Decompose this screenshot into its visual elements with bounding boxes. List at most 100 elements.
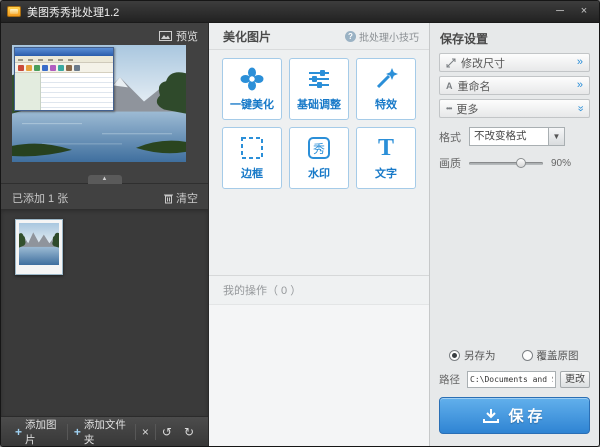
tips-label: 批处理小技巧 bbox=[359, 29, 419, 44]
close-button[interactable]: × bbox=[575, 5, 593, 19]
app-window: 美图秀秀批处理1.2 ─ × 预览 bbox=[0, 0, 600, 447]
tool-label: 特效 bbox=[375, 96, 397, 112]
add-image-label: 添加图片 bbox=[25, 417, 61, 447]
magic-wand-icon bbox=[373, 66, 399, 92]
add-image-button[interactable]: + 添加图片 bbox=[9, 417, 67, 446]
redo-icon: ↻ bbox=[184, 425, 194, 439]
format-row: 格式 不改变格式 ▼ bbox=[430, 127, 599, 146]
window-title: 美图秀秀批处理1.2 bbox=[27, 4, 119, 20]
minimize-button[interactable]: ─ bbox=[551, 5, 569, 19]
tool-grid: 一键美化 基础调整 特效 边框 bbox=[209, 50, 429, 197]
frame-button[interactable]: 边框 bbox=[222, 127, 282, 189]
quality-slider[interactable] bbox=[469, 157, 543, 169]
path-label: 路径 bbox=[439, 372, 467, 387]
thumbnail-item[interactable] bbox=[15, 219, 63, 275]
clear-button[interactable]: 清空 bbox=[164, 190, 198, 206]
more-label: 更多 bbox=[456, 101, 478, 117]
save-label: 保存 bbox=[508, 405, 546, 426]
beautify-title: 美化图片 bbox=[223, 28, 271, 45]
overwrite-radio[interactable]: 覆盖原图 bbox=[522, 348, 579, 363]
app-icon bbox=[7, 6, 21, 17]
image-list-panel: 预览 bbox=[1, 23, 208, 446]
frame-icon bbox=[239, 135, 265, 161]
embedded-toolbar bbox=[15, 63, 113, 73]
save-settings-panel: 保存设置 修改尺寸 » A 重命名 » ••• 更多 » 格式 bbox=[429, 23, 599, 446]
added-count-text: 已添加 1 张 bbox=[12, 190, 68, 206]
delete-icon: × bbox=[142, 425, 149, 439]
tool-label: 边框 bbox=[241, 165, 263, 181]
chevron-right-icon: » bbox=[577, 80, 583, 91]
panel-divider: ▲ bbox=[1, 183, 208, 184]
more-section-toggle[interactable]: ••• 更多 » bbox=[439, 99, 590, 118]
save-destination-block: 另存为 覆盖原图 路径 更改 保存 bbox=[439, 348, 590, 434]
one-click-beautify-button[interactable]: 一键美化 bbox=[222, 58, 282, 120]
window-controls: ─ × bbox=[551, 5, 593, 19]
trash-icon bbox=[164, 193, 173, 204]
added-count-row: 已添加 1 张 清空 bbox=[12, 190, 198, 206]
resize-section-toggle[interactable]: 修改尺寸 » bbox=[439, 53, 590, 72]
tool-label: 一键美化 bbox=[230, 96, 274, 112]
embedded-content bbox=[15, 73, 113, 110]
path-input[interactable] bbox=[467, 371, 556, 388]
add-folder-button[interactable]: + 添加文件夹 bbox=[68, 417, 135, 446]
path-row: 路径 更改 bbox=[439, 371, 590, 388]
format-select[interactable]: 不改变格式 ▼ bbox=[469, 127, 565, 146]
clear-label: 清空 bbox=[176, 190, 198, 206]
quality-value: 90% bbox=[551, 158, 571, 169]
thumbnail-photo bbox=[19, 223, 59, 265]
text-button[interactable]: T 文字 bbox=[356, 127, 416, 189]
undo-button[interactable]: ↺ bbox=[156, 417, 178, 446]
basic-adjust-button[interactable]: 基础调整 bbox=[289, 58, 349, 120]
titlebar[interactable]: 美图秀秀批处理1.2 ─ × bbox=[1, 1, 599, 23]
save-as-label: 另存为 bbox=[464, 348, 496, 363]
undo-icon: ↺ bbox=[162, 425, 172, 439]
preview-button[interactable]: 预览 bbox=[159, 28, 198, 44]
preview-icon bbox=[159, 31, 172, 41]
question-icon: ? bbox=[345, 31, 356, 42]
rename-label: 重命名 bbox=[458, 78, 491, 94]
embedded-titlebar bbox=[15, 48, 113, 56]
embedded-menubar bbox=[15, 56, 113, 63]
watermark-button[interactable]: 秀 水印 bbox=[289, 127, 349, 189]
tool-label: 文字 bbox=[375, 165, 397, 181]
save-as-radio[interactable]: 另存为 bbox=[449, 348, 496, 363]
preview-image bbox=[12, 45, 186, 162]
tool-label: 基础调整 bbox=[297, 96, 341, 112]
quality-row: 画质 90% bbox=[430, 155, 599, 171]
settings-accordion: 修改尺寸 » A 重命名 » ••• 更多 » bbox=[430, 53, 599, 118]
save-mode-radios: 另存为 覆盖原图 bbox=[449, 348, 590, 363]
beautify-panel: 美化图片 ? 批处理小技巧 一键美化 基础调整 bbox=[208, 23, 429, 446]
resize-icon bbox=[446, 58, 456, 68]
overwrite-label: 覆盖原图 bbox=[537, 348, 579, 363]
chevron-down-icon: » bbox=[574, 105, 585, 111]
radio-unselected-icon bbox=[522, 350, 533, 361]
change-path-button[interactable]: 更改 bbox=[560, 371, 590, 388]
my-operations-section: 我的操作（ 0 ） bbox=[209, 275, 429, 446]
effects-button[interactable]: 特效 bbox=[356, 58, 416, 120]
more-icon: ••• bbox=[446, 104, 451, 113]
collapse-tab[interactable]: ▲ bbox=[88, 175, 122, 184]
save-button[interactable]: 保存 bbox=[439, 397, 590, 434]
remove-image-button[interactable]: × bbox=[136, 417, 155, 446]
sliders-icon bbox=[306, 66, 332, 92]
redo-button[interactable]: ↻ bbox=[178, 417, 200, 446]
resize-label: 修改尺寸 bbox=[461, 55, 505, 71]
tab-arrow-icon: ▲ bbox=[102, 176, 108, 182]
save-settings-title: 保存设置 bbox=[430, 23, 599, 53]
format-label: 格式 bbox=[439, 129, 469, 145]
tips-link[interactable]: ? 批处理小技巧 bbox=[345, 29, 419, 44]
flower-icon bbox=[239, 66, 265, 92]
seal-glyph: 秀 bbox=[313, 142, 325, 156]
radio-selected-icon bbox=[449, 350, 460, 361]
dropdown-arrow-icon: ▼ bbox=[548, 128, 564, 145]
slider-track[interactable] bbox=[469, 162, 543, 165]
save-icon bbox=[482, 408, 500, 424]
preview-embedded-screenshot bbox=[14, 47, 114, 111]
my-operations-header: 我的操作（ 0 ） bbox=[209, 276, 429, 305]
beautify-header: 美化图片 ? 批处理小技巧 bbox=[209, 23, 429, 50]
rename-icon: A bbox=[446, 81, 453, 91]
slider-thumb[interactable] bbox=[516, 158, 526, 168]
rename-section-toggle[interactable]: A 重命名 » bbox=[439, 76, 590, 95]
plus-icon: + bbox=[74, 425, 81, 439]
quality-label: 画质 bbox=[439, 155, 469, 171]
